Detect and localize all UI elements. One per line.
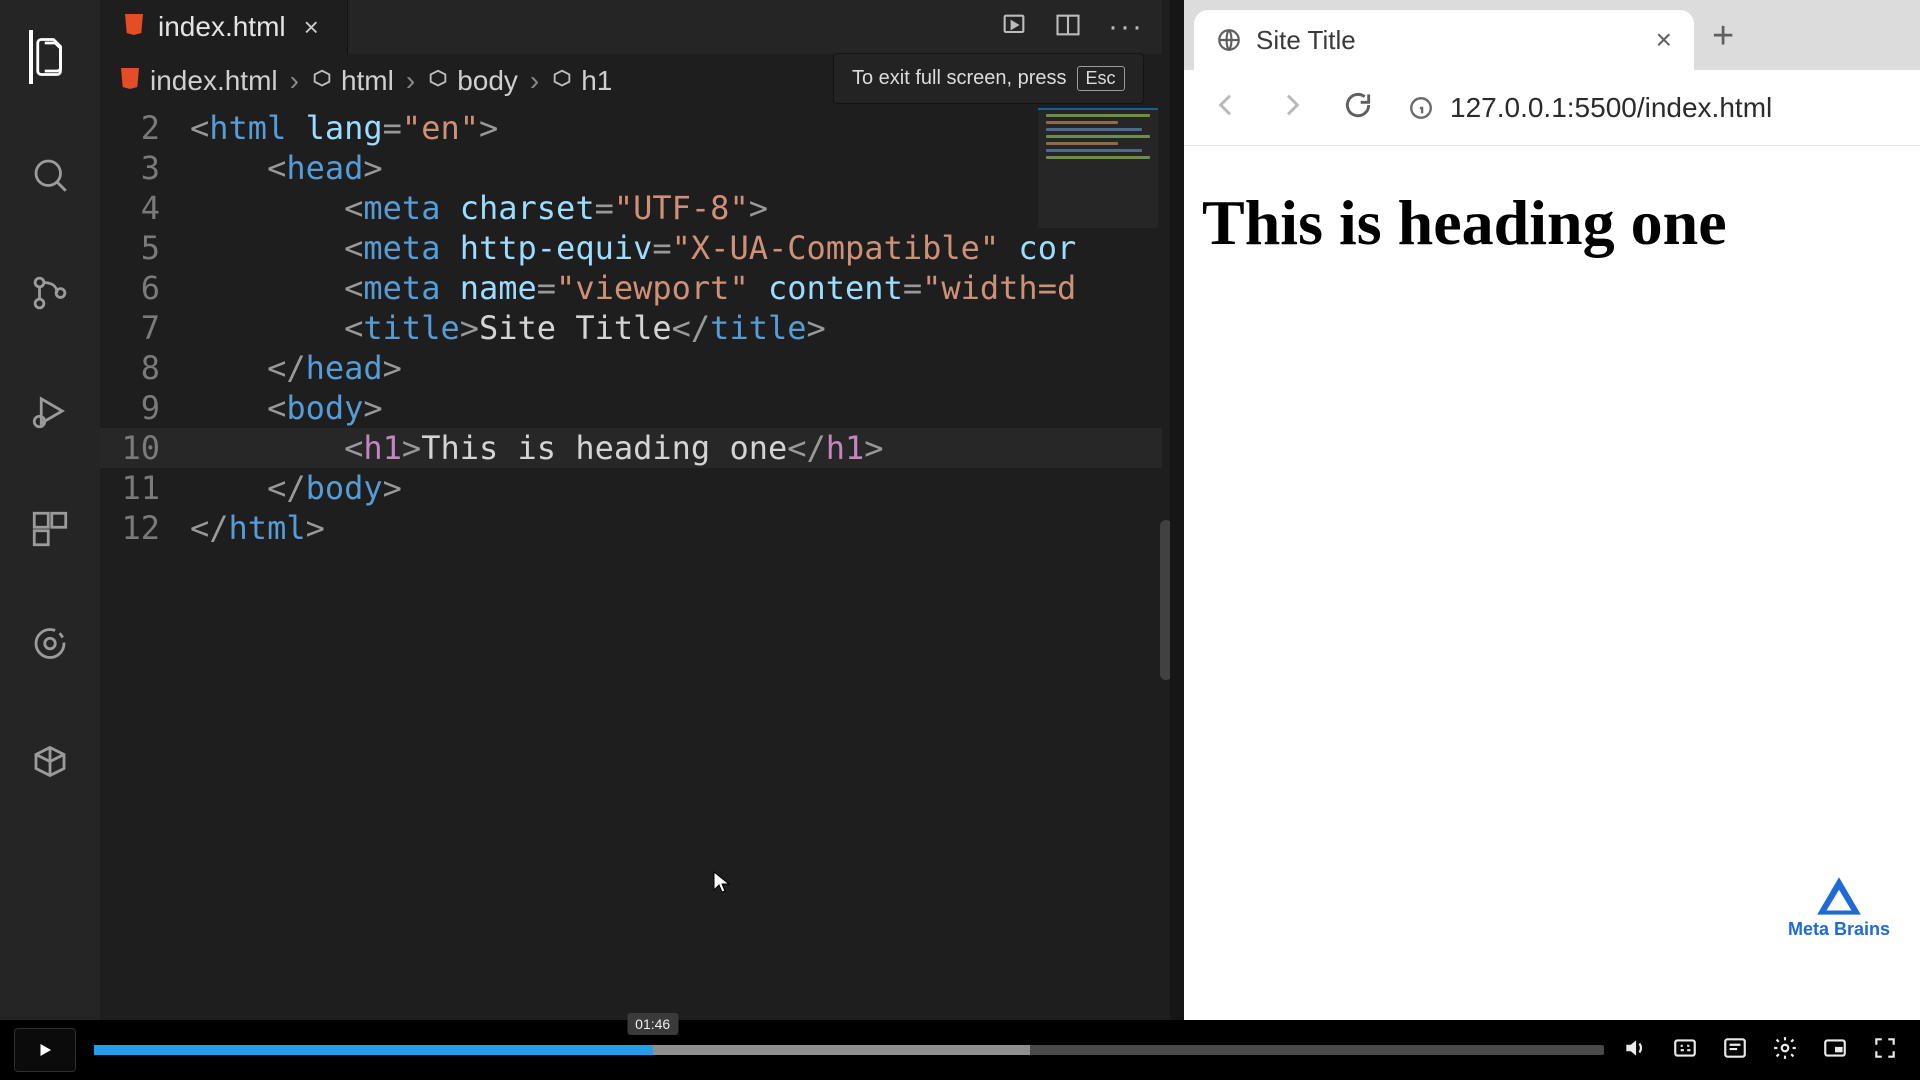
volume-icon[interactable] xyxy=(1622,1035,1648,1066)
breadcrumb-html[interactable]: html xyxy=(341,65,394,97)
source-control-icon[interactable] xyxy=(29,266,71,320)
watermark-text: Meta Brains xyxy=(1788,919,1890,940)
line-number: 7 xyxy=(100,308,190,348)
browser-tab-title: Site Title xyxy=(1256,25,1356,56)
search-icon[interactable] xyxy=(29,148,71,202)
browser-nav-bar: 127.0.0.1:5500/index.html xyxy=(1184,70,1920,146)
browser-tab[interactable]: Site Title × xyxy=(1194,10,1694,70)
breadcrumb-file[interactable]: index.html xyxy=(150,65,278,97)
video-player-bar: 01:46 xyxy=(0,1020,1920,1080)
captions-icon[interactable] xyxy=(1672,1035,1698,1066)
breadcrumb-body[interactable]: body xyxy=(457,65,518,97)
play-button[interactable] xyxy=(14,1028,76,1072)
editor-tabs: index.html × ··· xyxy=(100,0,1162,54)
watermark-logo: Meta Brains xyxy=(1788,875,1890,940)
mouse-cursor xyxy=(710,870,734,894)
chevron-right-icon: › xyxy=(286,65,303,97)
page-heading: This is heading one xyxy=(1202,186,1902,260)
extensions-icon[interactable] xyxy=(29,502,71,556)
file-tab-index-html[interactable]: index.html × xyxy=(100,0,348,54)
line-number: 8 xyxy=(100,348,190,388)
info-icon xyxy=(1408,95,1434,121)
browser-window: Site Title × + 127.0.0.1:5500/index.html… xyxy=(1170,0,1920,1020)
line-number: 12 xyxy=(100,508,190,548)
line-number: 10 xyxy=(100,428,190,468)
fullscreen-hint: To exit full screen, press Esc xyxy=(834,54,1143,103)
docker-icon[interactable] xyxy=(29,738,71,792)
symbol-icon xyxy=(551,65,573,97)
new-tab-button[interactable]: + xyxy=(1712,15,1734,70)
chevron-right-icon: › xyxy=(402,65,419,97)
fullscreen-icon[interactable] xyxy=(1872,1035,1898,1066)
reload-button[interactable] xyxy=(1342,89,1374,126)
settings-icon[interactable] xyxy=(1772,1035,1798,1066)
line-number: 11 xyxy=(100,468,190,508)
html5-icon xyxy=(122,11,146,43)
editor-area: index.html × ··· index.html › html › bod… xyxy=(100,0,1162,1020)
file-tab-label: index.html xyxy=(158,11,286,43)
close-icon[interactable]: × xyxy=(298,12,325,43)
run-debug-icon[interactable] xyxy=(29,384,71,438)
globe-icon xyxy=(1216,27,1242,53)
line-number: 4 xyxy=(100,188,190,228)
explorer-icon[interactable] xyxy=(29,30,71,84)
line-number: 3 xyxy=(100,148,190,188)
url-bar[interactable]: 127.0.0.1:5500/index.html xyxy=(1408,92,1894,124)
line-number: 2 xyxy=(100,108,190,148)
time-tooltip: 01:46 xyxy=(627,1013,678,1035)
html5-icon xyxy=(118,65,142,97)
code-editor[interactable]: 2<html lang="en"> 3 <head> 4 <meta chars… xyxy=(100,108,1162,1020)
esc-key: Esc xyxy=(1077,66,1125,91)
line-number: 6 xyxy=(100,268,190,308)
chevron-right-icon: › xyxy=(526,65,543,97)
url-text: 127.0.0.1:5500/index.html xyxy=(1450,92,1772,124)
symbol-icon xyxy=(427,65,449,97)
transcript-icon[interactable] xyxy=(1722,1035,1748,1066)
progress-fill xyxy=(94,1045,653,1055)
browser-tab-strip: Site Title × + xyxy=(1184,0,1920,70)
symbol-icon xyxy=(311,65,333,97)
progress-bar[interactable]: 01:46 xyxy=(94,1045,1604,1055)
more-actions-icon[interactable]: ··· xyxy=(1108,10,1144,44)
back-button[interactable] xyxy=(1210,89,1242,126)
remote-explorer-icon[interactable] xyxy=(29,620,71,674)
split-editor-icon[interactable] xyxy=(1054,11,1082,44)
run-icon[interactable] xyxy=(1000,11,1028,44)
breadcrumb-h1[interactable]: h1 xyxy=(581,65,612,97)
pip-icon[interactable] xyxy=(1822,1035,1848,1066)
activity-bar xyxy=(0,0,100,1080)
forward-button[interactable] xyxy=(1276,89,1308,126)
minimap[interactable] xyxy=(1038,108,1158,228)
line-number: 5 xyxy=(100,228,190,268)
line-number: 9 xyxy=(100,388,190,428)
close-icon[interactable]: × xyxy=(1656,24,1672,56)
fullscreen-hint-text: To exit full screen, press xyxy=(852,67,1067,90)
